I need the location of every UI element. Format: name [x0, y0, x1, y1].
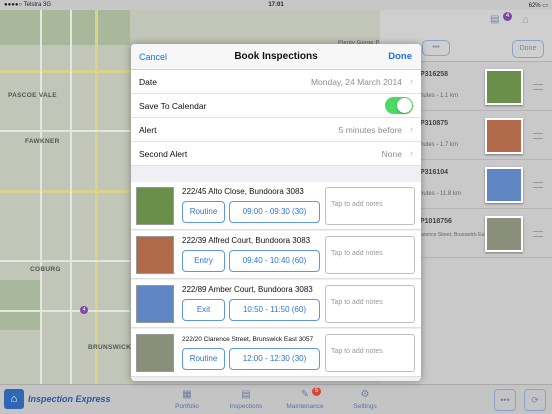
chevron-right-icon: › [410, 76, 413, 86]
inspection-time-button[interactable]: 10:50 - 11:50 (60) [229, 299, 320, 321]
inspection-row: 222/39 Alfred Court, Bundoora 3083 Entry… [131, 231, 421, 279]
settings-icon: ⚙ [360, 389, 370, 400]
maintenance-badge: 5 [312, 387, 321, 396]
reorder-handle-icon[interactable] [533, 84, 543, 90]
reorder-handle-icon[interactable] [533, 231, 543, 237]
status-bar: ●●●●○ Telstra 3G 17:01 62% ▭ [0, 0, 552, 10]
inbox-icon[interactable]: ▤ [490, 14, 499, 25]
done-button[interactable]: Done [388, 51, 412, 62]
property-code: P310875 [420, 120, 449, 127]
maintenance-icon: ✎ [300, 389, 310, 400]
inspection-address: 222/20 Clarence Street, Brunswick East 3… [182, 336, 314, 343]
setting-value: 5 minutes before [338, 125, 402, 135]
inspection-row: 222/20 Clarence Street, Brunswick East 3… [131, 329, 421, 377]
tab-maintenance[interactable]: ✎ Maintenance [280, 389, 330, 410]
property-code: P1018756 [420, 218, 452, 225]
save-to-calendar-row: Save To Calendar [131, 94, 421, 118]
map-label: PASCOE VALE [8, 92, 57, 99]
reorder-handle-icon[interactable] [533, 133, 543, 139]
inspection-time-button[interactable]: 12:00 - 12:30 (30) [229, 348, 320, 370]
tab-inspections[interactable]: ▤ Inspections [221, 389, 271, 410]
inspections-icon: ▤ [241, 389, 251, 400]
property-distance: nutes - 1.7 km [420, 142, 459, 148]
portfolio-icon: ▦ [182, 389, 192, 400]
property-thumbnail [485, 118, 523, 154]
inspection-type-button[interactable]: Entry [182, 250, 225, 272]
brand-mark-icon: ⌂ [4, 389, 24, 409]
property-photo [136, 334, 174, 372]
done-button[interactable]: Done [512, 40, 544, 58]
property-distance: nutes - 1.1 km [420, 93, 459, 99]
tab-portfolio[interactable]: ▦ Portfolio [162, 389, 212, 410]
alert-row[interactable]: Alert 5 minutes before › [131, 118, 421, 142]
property-photo [136, 285, 174, 323]
map-label: COBURG [30, 266, 61, 273]
setting-label: Save To Calendar [139, 101, 207, 111]
notes-field[interactable]: Tap to add notes [325, 236, 415, 274]
setting-value: None [381, 149, 402, 159]
property-photo [136, 236, 174, 274]
inspection-address: 222/45 Alto Close, Bundoora 3083 [182, 187, 304, 196]
inspection-time-button[interactable]: 09:00 - 09:30 (30) [229, 201, 320, 223]
property-code: P316104 [420, 169, 449, 176]
notes-field[interactable]: Tap to add notes [325, 285, 415, 323]
sync-icon[interactable]: ⟳ [524, 389, 546, 411]
notes-field[interactable]: Tap to add notes [325, 187, 415, 225]
property-thumbnail [485, 167, 523, 203]
carrier-label: ●●●●○ Telstra 3G [4, 2, 52, 8]
tab-label: Portfolio [175, 403, 199, 410]
property-thumbnail [485, 216, 523, 252]
map-pin[interactable]: 4 [80, 306, 88, 314]
setting-label: Second Alert [139, 149, 188, 159]
setting-label: Date [139, 77, 157, 87]
inspection-address: 222/39 Alfred Court, Bundoora 3083 [182, 236, 311, 245]
inspection-row: 222/45 Alto Close, Bundoora 3083 Routine… [131, 182, 421, 230]
notes-field[interactable]: Tap to add notes [325, 334, 415, 372]
second-alert-row[interactable]: Second Alert None › [131, 142, 421, 166]
bottom-tab-bar: ⌂ Inspection Express ▦ Portfolio ▤ Inspe… [0, 384, 552, 414]
inspection-row: 222/89 Amber Court, Bundoora 3083 Exit 1… [131, 280, 421, 328]
inspection-type-button[interactable]: Routine [182, 348, 225, 370]
date-row[interactable]: Date Monday, 24 March 2014 › [131, 70, 421, 94]
setting-value: Monday, 24 March 2014 [310, 77, 402, 87]
inspection-type-button[interactable]: Routine [182, 201, 225, 223]
tab-label: Inspections [229, 403, 263, 410]
chevron-right-icon: › [410, 148, 413, 158]
more-button[interactable]: ••• [422, 40, 450, 56]
property-code: P316258 [420, 71, 449, 78]
property-distance: nutes - 11.8 km [420, 191, 461, 197]
save-to-calendar-toggle[interactable] [385, 97, 413, 114]
property-photo [136, 187, 174, 225]
clock: 17:01 [268, 2, 284, 8]
map-label: FAWKNER [25, 138, 60, 145]
book-inspections-dialog: Cancel Book Inspections Done Date Monday… [131, 44, 421, 381]
property-thumbnail [485, 69, 523, 105]
battery-indicator: 62% ▭ [528, 2, 548, 9]
inspection-time-button[interactable]: 09:40 - 10:40 (60) [229, 250, 320, 272]
inbox-badge: 4 [503, 12, 512, 21]
home-icon[interactable]: ⌂ [522, 14, 529, 26]
tab-label: Maintenance [286, 403, 324, 410]
brand-logo: ⌂ Inspection Express [4, 389, 111, 409]
dialog-title: Book Inspections [234, 51, 318, 62]
setting-label: Alert [139, 125, 157, 135]
brand-name: Inspection Express [28, 394, 111, 404]
inspection-address: 222/89 Amber Court, Bundoora 3083 [182, 285, 313, 294]
chevron-right-icon: › [410, 124, 413, 134]
inspection-type-button[interactable]: Exit [182, 299, 225, 321]
dialog-header: Cancel Book Inspections Done [131, 44, 421, 70]
map-label: BRUNSWICK [88, 344, 132, 351]
more-button[interactable]: ••• [494, 389, 516, 411]
tab-label: Settings [353, 403, 377, 410]
reorder-handle-icon[interactable] [533, 182, 543, 188]
tab-settings[interactable]: ⚙ Settings [340, 389, 390, 410]
